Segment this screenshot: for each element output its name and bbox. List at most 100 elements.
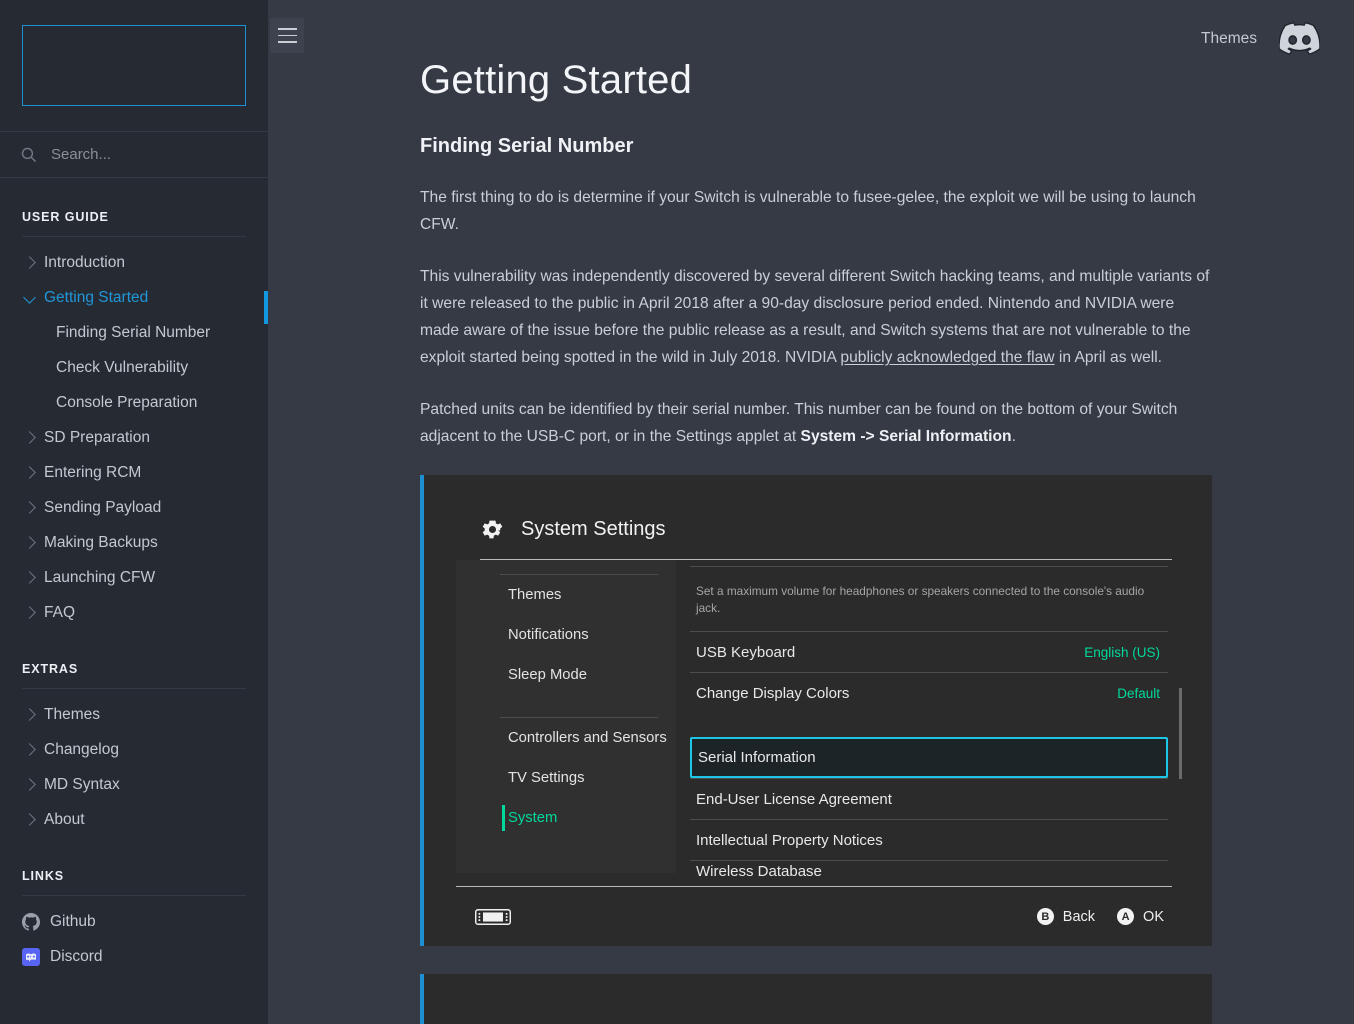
sidebar-item-sd-preparation[interactable]: SD Preparation <box>22 420 246 455</box>
github-icon <box>22 912 40 931</box>
nav-section-links: LINKS Github Discord <box>0 837 268 974</box>
sidebar-item-introduction[interactable]: Introduction <box>22 245 246 280</box>
switch-settings-detail-list: Set a maximum volume for headphones or s… <box>676 560 1212 876</box>
switch-category-tv-settings[interactable]: TV Settings <box>456 758 676 798</box>
chevron-right-icon <box>23 743 36 756</box>
switch-ok-button[interactable]: A OK <box>1117 908 1164 925</box>
paragraph-text: . <box>1011 428 1016 445</box>
category-label: Themes <box>508 587 562 603</box>
row-label: Serial Information <box>698 749 816 766</box>
sidebar-link-label: Github <box>50 912 96 930</box>
switch-settings-screenshot: System Settings Themes Notifications Sle <box>420 475 1212 946</box>
switch-row-usb-keyboard[interactable]: USB Keyboard English (US) <box>690 631 1168 672</box>
sidebar-item-console-preparation[interactable]: Console Preparation <box>22 385 246 420</box>
sidebar-item-label: Getting Started <box>44 288 149 306</box>
discord-icon <box>22 947 40 966</box>
sidebar-item-making-backups[interactable]: Making Backups <box>22 525 246 560</box>
discord-logo-avatar[interactable] <box>1279 18 1320 59</box>
paragraph-intro: The first thing to do is determine if yo… <box>420 189 1196 233</box>
switch-row-change-display-colors[interactable]: Change Display Colors Default <box>690 672 1168 713</box>
divider <box>22 688 246 689</box>
sidebar-item-label: Console Preparation <box>56 393 198 411</box>
article: Getting Started Finding Serial Number Th… <box>420 0 1212 1024</box>
sidebar-item-finding-serial-number[interactable]: Finding Serial Number <box>22 315 246 350</box>
switch-settings-body: Themes Notifications Sleep Mode Controll… <box>424 560 1212 876</box>
switch-settings-category-list: Themes Notifications Sleep Mode Controll… <box>456 560 676 873</box>
switch-back-button[interactable]: B Back <box>1036 908 1096 925</box>
site-logo-placeholder[interactable] <box>22 25 246 106</box>
chevron-right-icon <box>23 571 36 584</box>
row-label: End-User License Agreement <box>696 790 892 808</box>
section-heading-user-guide: USER GUIDE <box>22 210 109 224</box>
chevron-right-icon <box>23 256 36 269</box>
switch-row-serial-information[interactable]: Serial Information <box>690 737 1168 778</box>
switch-console-icon <box>475 908 511 925</box>
chevron-right-icon <box>23 536 36 549</box>
switch-settings-scrollbar[interactable] <box>1179 688 1182 779</box>
sidebar-item-faq[interactable]: FAQ <box>22 595 246 630</box>
sidebar-item-label: Themes <box>44 705 100 723</box>
sidebar-item-about[interactable]: About <box>22 802 246 837</box>
sidebar-item-check-vulnerability[interactable]: Check Vulnerability <box>22 350 246 385</box>
b-button-icon: B <box>1036 908 1054 925</box>
paragraph-text: Patched units can be identified by their… <box>420 401 1178 445</box>
sidebar-item-themes[interactable]: Themes <box>22 697 246 732</box>
sidebar-item-label: Changelog <box>44 740 119 758</box>
switch-category-sleep-mode[interactable]: Sleep Mode <box>456 655 676 695</box>
sidebar-link-label: Discord <box>50 947 103 965</box>
switch-category-controllers-and-sensors[interactable]: Controllers and Sensors <box>456 718 676 758</box>
category-label: Sleep Mode <box>508 667 587 683</box>
row-label: Wireless Database <box>696 863 822 876</box>
gear-icon <box>482 520 503 539</box>
row-label: USB Keyboard <box>696 643 796 661</box>
nvidia-flaw-link[interactable]: publicly acknowledged the flaw <box>840 349 1054 366</box>
sidebar-item-label: Sending Payload <box>44 498 162 516</box>
category-label: Notifications <box>508 627 589 643</box>
switch-row-partially-visible[interactable]: Wireless Database <box>690 860 1168 876</box>
sidebar-item-getting-started[interactable]: Getting Started <box>22 280 246 315</box>
a-button-icon: A <box>1117 908 1135 925</box>
sidebar-item-changelog[interactable]: Changelog <box>22 732 246 767</box>
app-root: USER GUIDE Introduction Getting Started … <box>0 0 1354 1024</box>
section-title: Finding Serial Number <box>420 135 634 157</box>
nav-section-user-guide: USER GUIDE Introduction Getting Started … <box>0 178 268 630</box>
switch-row-intellectual-property-notices[interactable]: Intellectual Property Notices <box>690 819 1168 860</box>
sidebar-link-github[interactable]: Github <box>22 904 246 939</box>
search-input[interactable] <box>51 146 248 163</box>
row-value: Default <box>1117 685 1160 701</box>
sidebar-item-label: Entering RCM <box>44 463 142 481</box>
settings-path-emphasis: System -> Serial Information <box>800 428 1012 445</box>
menu-toggle-button[interactable] <box>270 18 304 53</box>
switch-setting-description: Set a maximum volume for headphones or s… <box>690 566 1168 631</box>
row-label: Intellectual Property Notices <box>696 831 883 849</box>
search-bar[interactable] <box>0 131 268 178</box>
sidebar-item-launching-cfw[interactable]: Launching CFW <box>22 560 246 595</box>
switch-category-themes[interactable]: Themes <box>456 575 676 615</box>
chevron-right-icon <box>23 708 36 721</box>
section-heading-extras: EXTRAS <box>22 662 79 676</box>
search-icon <box>21 147 37 163</box>
sidebar-item-sending-payload[interactable]: Sending Payload <box>22 490 246 525</box>
sidebar-item-label: Check Vulnerability <box>56 358 189 376</box>
switch-category-system[interactable]: System <box>456 798 676 838</box>
button-label: Back <box>1062 908 1096 925</box>
chevron-right-icon <box>23 501 36 514</box>
hamburger-icon-line <box>277 34 297 37</box>
row-label: Change Display Colors <box>696 684 850 702</box>
category-label: TV Settings <box>508 770 585 786</box>
sidebar-item-label: Finding Serial Number <box>56 323 211 341</box>
sidebar-link-discord[interactable]: Discord <box>22 939 246 974</box>
sidebar-item-label: SD Preparation <box>44 428 150 446</box>
chevron-right-icon <box>23 431 36 444</box>
paragraph-text: in April as well. <box>1054 349 1163 366</box>
switch-row-end-user-license-agreement[interactable]: End-User License Agreement <box>690 778 1168 819</box>
sidebar-item-entering-rcm[interactable]: Entering RCM <box>22 455 246 490</box>
switch-category-notifications[interactable]: Notifications <box>456 615 676 655</box>
sidebar-item-label: About <box>44 810 85 828</box>
section-heading-links: LINKS <box>22 869 64 883</box>
next-screenshot-partial <box>420 974 1212 1024</box>
sidebar-item-md-syntax[interactable]: MD Syntax <box>22 767 246 802</box>
sidebar: USER GUIDE Introduction Getting Started … <box>0 0 268 1024</box>
